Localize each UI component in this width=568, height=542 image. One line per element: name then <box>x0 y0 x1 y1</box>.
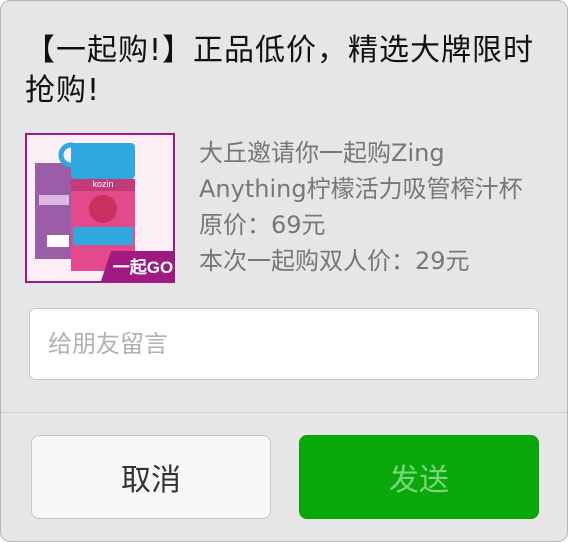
original-price: 原价：69元 <box>199 211 326 239</box>
cancel-button[interactable]: 取消 <box>31 435 271 519</box>
button-divider <box>1 412 567 413</box>
product-line-2: Anything柠檬活力吸管榨汁杯 <box>199 175 523 203</box>
send-button[interactable]: 发送 <box>299 435 539 519</box>
product-image-icon: 一起GO kozin <box>27 135 173 281</box>
product-thumbnail: 一起GO kozin <box>25 133 175 283</box>
product-info: 大丘邀请你一起购Zing Anything柠檬活力吸管榨汁杯 原价：69元 本次… <box>199 135 549 279</box>
group-price: 本次一起购双人价：29元 <box>199 247 470 275</box>
product-line-1: 大丘邀请你一起购Zing <box>199 139 445 167</box>
thumb-badge: 一起GO <box>113 257 173 277</box>
thumb-brand: kozin <box>92 179 113 189</box>
share-dialog: 【一起购!】正品低价，精选大牌限时抢购! 一起GO kozin 大丘邀请你一起购… <box>0 0 568 542</box>
dialog-title: 【一起购!】正品低价，精选大牌限时抢购! <box>25 33 535 108</box>
message-input[interactable] <box>29 308 539 380</box>
